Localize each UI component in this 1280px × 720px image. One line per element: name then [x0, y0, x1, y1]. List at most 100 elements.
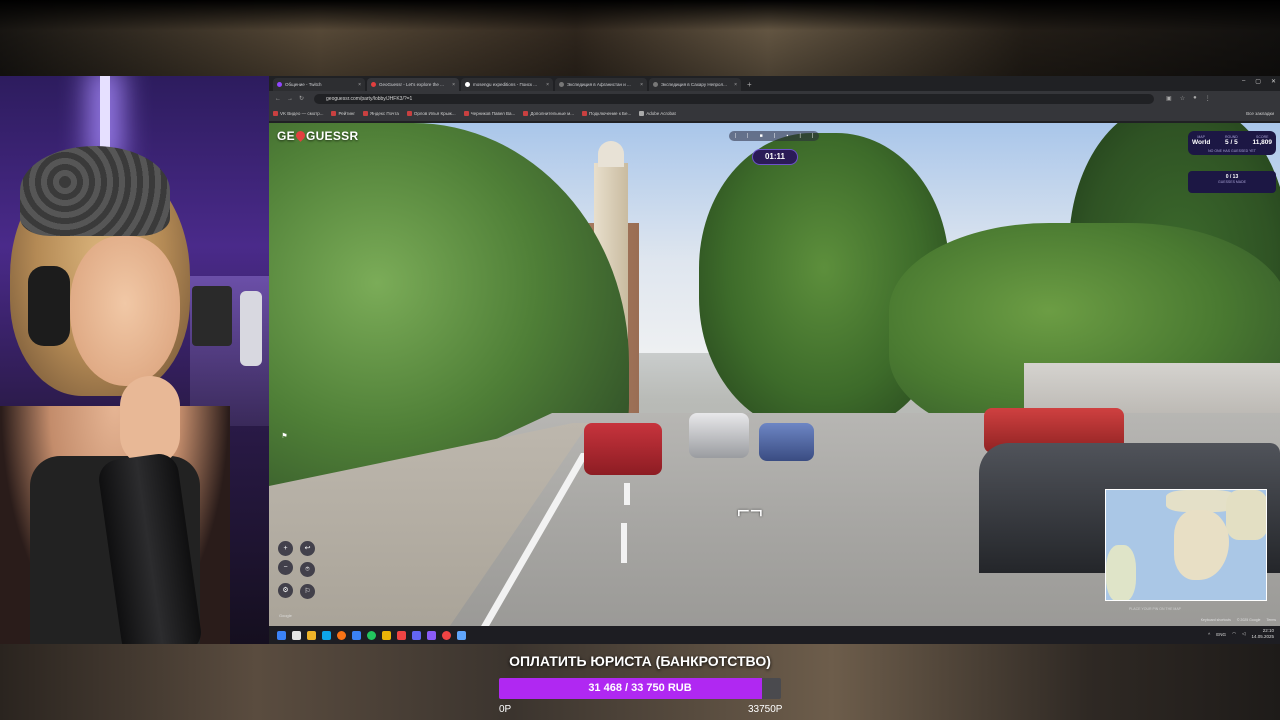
reload-icon[interactable]: ↻ [299, 95, 304, 102]
forward-icon[interactable]: → [287, 96, 293, 102]
logo-text: GE [277, 129, 295, 143]
yandex-icon[interactable] [442, 630, 451, 640]
pin-icon [294, 129, 307, 142]
close-tab-icon[interactable]: × [546, 82, 549, 88]
tab-bar: Общение - Twitch × GeoGuessr - Let's expl… [269, 76, 1280, 91]
zoom-out-button[interactable]: − [278, 560, 293, 575]
close-tab-icon[interactable]: × [734, 82, 737, 88]
spotify-icon[interactable] [367, 630, 376, 640]
clock[interactable]: 22:10 14.05.2025 [1251, 628, 1274, 640]
url-input[interactable]: geoguessr.com/party/lobby/JHFK3/?=1 [314, 93, 1155, 104]
chrome-icon[interactable] [337, 630, 346, 640]
bookmark[interactable]: Рейтинг [331, 111, 355, 116]
game-status-panel: MAP World ROUND 5 / 5 SCORE 11,809 NO ONE H… [1188, 131, 1276, 155]
move-arrow-icon[interactable]: ⌐¬ [737, 498, 763, 524]
close-window-icon[interactable]: ✕ [1271, 78, 1276, 85]
donation-goal-bar: 31 468 / 33 750 RUB [499, 678, 781, 699]
steam-icon[interactable] [352, 630, 361, 640]
bookmark-label: VK Видео — смотр... [280, 111, 324, 116]
menu-icon[interactable]: ⋮ [1205, 95, 1211, 102]
profile-icon[interactable]: ● [1193, 95, 1197, 102]
page-icon [653, 82, 658, 87]
bookmark-label: Черников Павел Ва... [470, 111, 516, 116]
tab-geoguessr[interactable]: GeoGuessr - Let's explore the ... × [367, 78, 459, 91]
bookmark[interactable]: Подключение к Бе... [582, 111, 631, 116]
edge-icon[interactable] [322, 630, 331, 640]
obs-icon[interactable] [427, 630, 436, 640]
bookmark[interactable]: Черников Павел Ва... [463, 111, 516, 116]
map-land [1226, 490, 1266, 540]
windows-start-icon[interactable] [277, 630, 286, 640]
score-value: 11,809 [1252, 139, 1272, 146]
bookmark-label: Дополнительные м... [530, 111, 575, 116]
app-icon[interactable] [382, 630, 391, 640]
bookmark[interactable]: Дополнительные м... [523, 111, 574, 116]
neon-light [100, 76, 110, 156]
lang-indicator[interactable]: ENG [1216, 632, 1226, 637]
car [584, 423, 662, 475]
guess-minimap[interactable] [1105, 489, 1267, 601]
stream-background-top [0, 0, 1280, 76]
app-icon[interactable] [397, 630, 406, 640]
bookmark-icon [273, 111, 278, 116]
undo-button[interactable]: ↩ [300, 541, 315, 556]
settings-icon[interactable]: ⚙ [278, 583, 293, 598]
keyboard-shortcuts-link[interactable]: Keyboard shortcuts [1201, 618, 1231, 622]
tab-title: Экспедиция в Афганистан и ... [567, 82, 631, 87]
tab-sahara[interactable]: Экспедиция в Сахару Непрол... × [649, 78, 741, 91]
bookmark[interactable]: Adobe Acrobat [639, 111, 676, 116]
close-tab-icon[interactable]: × [452, 82, 455, 88]
lane-dash [621, 523, 627, 563]
wifi-icon[interactable]: ◠ [1232, 631, 1236, 637]
star-icon[interactable]: ☆ [1180, 95, 1185, 102]
bookmark[interactable]: VK Видео — смотр... [273, 111, 323, 116]
minimize-icon[interactable]: – [1242, 78, 1245, 85]
close-tab-icon[interactable]: × [358, 82, 361, 88]
bookmark[interactable]: Яндекс Почта [363, 111, 399, 116]
maximize-icon[interactable]: ▢ [1255, 78, 1261, 85]
bookmark[interactable]: Орлов Илья Крыж... [406, 111, 456, 116]
back-icon[interactable]: ← [275, 96, 281, 102]
tab-title: Общение - Twitch [285, 82, 322, 87]
tab-afghanistan[interactable]: Экспедиция в Афганистан и ... × [555, 78, 647, 91]
webcam-overlay [0, 76, 269, 644]
speaker [192, 286, 232, 346]
browser-window: Общение - Twitch × GeoGuessr - Let's expl… [269, 76, 1280, 644]
geoguessr-logo: GE GUESSR [277, 129, 358, 143]
date: 14.05.2025 [1251, 634, 1274, 639]
map-land [1174, 510, 1229, 580]
discord-icon[interactable] [412, 630, 421, 640]
zoom-in-button[interactable]: + [278, 541, 293, 556]
lane-dash [624, 483, 630, 505]
bookmark-label: Яндекс Почта [370, 111, 399, 116]
tab-search[interactable]: mosengu expeditions - Поиск ... × [461, 78, 553, 91]
bookmark-label: Орлов Илья Крыж... [413, 111, 456, 116]
tab-title: mosengu expeditions - Поиск ... [473, 82, 537, 87]
close-tab-icon[interactable]: × [640, 82, 643, 88]
round-timer: 01:11 [752, 149, 798, 165]
donation-goal-min: 0Р [499, 704, 512, 715]
all-bookmarks[interactable]: Все закладки [1246, 111, 1274, 116]
return-to-start-icon[interactable]: ⚐ [300, 584, 315, 599]
terms-link[interactable]: Terms [1266, 618, 1276, 622]
google-icon [465, 82, 470, 87]
tab-twitch[interactable]: Общение - Twitch × [273, 78, 365, 91]
chevron-up-icon[interactable]: ^ [1208, 632, 1210, 637]
new-tab-icon[interactable]: + [747, 78, 752, 91]
pin-location-icon[interactable]: ⌾ [300, 562, 315, 577]
google-watermark: Google [279, 613, 292, 618]
app-icon[interactable] [457, 630, 466, 640]
flag-icon[interactable]: ⚑ [277, 429, 292, 444]
task-view-icon[interactable] [292, 630, 301, 640]
extensions: ▣ ☆ ● ⋮ [1166, 95, 1211, 102]
streamer-hand [120, 376, 180, 466]
streamer-cap [20, 146, 170, 236]
bookmark-icon [523, 111, 529, 116]
street-view[interactable]: ⌐¬ GE GUESSR | | ■ | ▪ | | 01:11 MAP World ROUND… [269, 123, 1280, 626]
donation-goal-amount: 31 468 / 33 750 RUB [588, 682, 692, 694]
streamer-face [70, 236, 180, 386]
explorer-icon[interactable] [307, 630, 316, 640]
screenshot-icon[interactable]: ▣ [1166, 95, 1172, 102]
windows-taskbar: ^ ENG ◠ ◁ 22:10 14.05.2025 [269, 626, 1280, 644]
volume-icon[interactable]: ◁ [1242, 631, 1245, 637]
